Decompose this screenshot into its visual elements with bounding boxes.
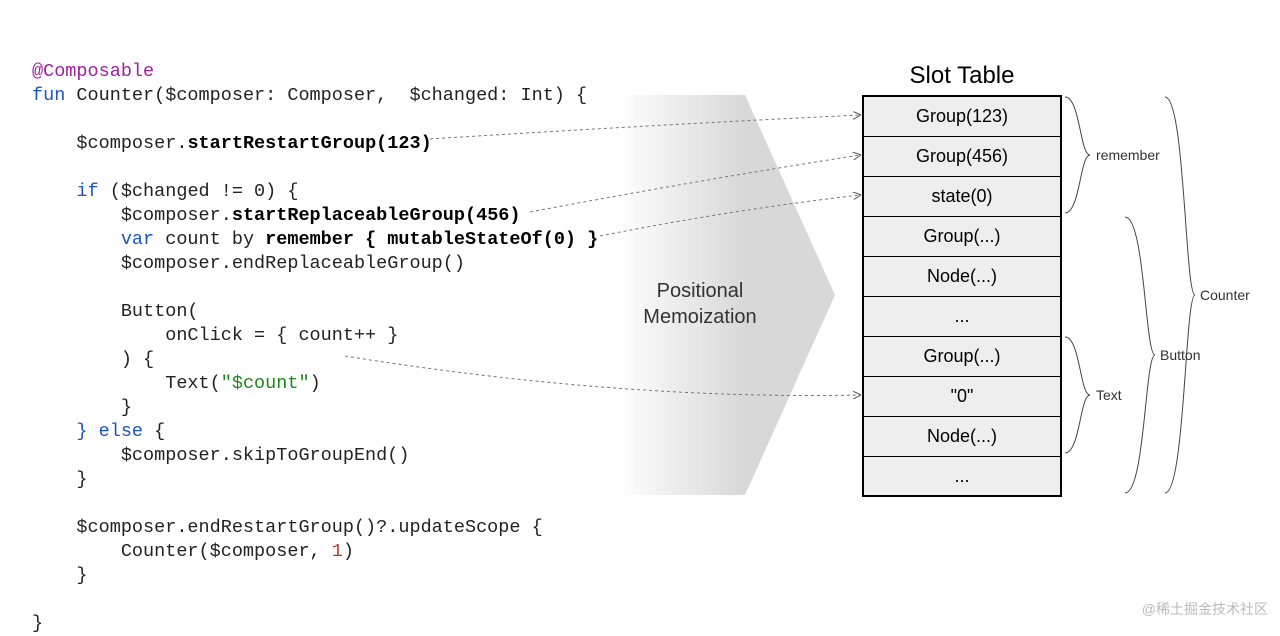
slot-row: ... [864, 297, 1060, 337]
slot-table-title: Slot Table [862, 62, 1062, 90]
arrow-label: PositionalMemoization [625, 278, 775, 330]
slot-row: Group(123) [864, 97, 1060, 137]
slot-row: state(0) [864, 177, 1060, 217]
slot-row: Node(...) [864, 257, 1060, 297]
watermark: @稀土掘金技术社区 [1142, 599, 1268, 619]
slot-table: Group(123) Group(456) state(0) Group(...… [862, 95, 1062, 497]
label-text: Text [1096, 387, 1122, 403]
label-counter: Counter [1200, 287, 1250, 303]
slot-row: ... [864, 457, 1060, 497]
slot-row: Group(456) [864, 137, 1060, 177]
slot-row: Group(...) [864, 337, 1060, 377]
slot-row: Group(...) [864, 217, 1060, 257]
label-button: Button [1160, 347, 1200, 363]
label-remember: remember [1096, 147, 1160, 163]
slot-row: Node(...) [864, 417, 1060, 457]
annotation: @Composable [32, 61, 154, 82]
slot-row: "0" [864, 377, 1060, 417]
code-block: @Composable fun Counter($composer: Compo… [32, 60, 598, 636]
